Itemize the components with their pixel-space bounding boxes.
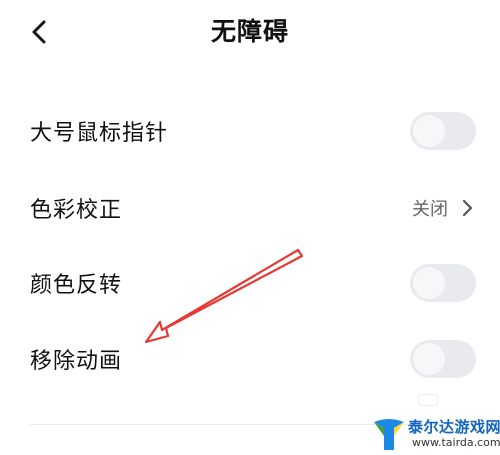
page-title: 无障碍 <box>210 17 289 46</box>
setting-row-color-correction[interactable]: 色彩校正 关闭 <box>0 177 500 239</box>
accessibility-settings-screen: 无障碍 大号鼠标指针 色彩校正 关闭 颜色反转 移除动画 泰尔达游戏网 www.… <box>0 0 500 455</box>
setting-row-color-inversion[interactable]: 颜色反转 <box>0 252 500 314</box>
toggle-knob <box>413 115 445 147</box>
large-mouse-pointer-toggle[interactable] <box>410 112 476 150</box>
watermark-logo-icon <box>374 419 404 450</box>
setting-label: 色彩校正 <box>30 198 123 223</box>
setting-row-remove-animations[interactable]: 移除动画 <box>0 328 500 390</box>
faint-indicator <box>418 394 438 406</box>
top-bar: 无障碍 <box>0 0 500 66</box>
color-inversion-toggle[interactable] <box>410 264 476 302</box>
setting-row-large-mouse-pointer[interactable]: 大号鼠标指针 <box>0 100 500 162</box>
setting-label: 颜色反转 <box>30 273 123 298</box>
toggle-knob <box>413 267 445 299</box>
remove-animations-toggle[interactable] <box>410 340 476 378</box>
watermark-name: 泰尔达游戏网 <box>408 418 500 436</box>
toggle-knob <box>413 343 445 375</box>
setting-label: 大号鼠标指针 <box>30 121 169 146</box>
setting-label: 移除动画 <box>30 349 123 374</box>
watermark-url: www.tairda.com <box>412 436 500 449</box>
chevron-right-icon <box>462 199 473 217</box>
watermark: 泰尔达游戏网 www.tairda.com <box>372 415 500 453</box>
color-correction-value: 关闭 <box>412 199 448 220</box>
